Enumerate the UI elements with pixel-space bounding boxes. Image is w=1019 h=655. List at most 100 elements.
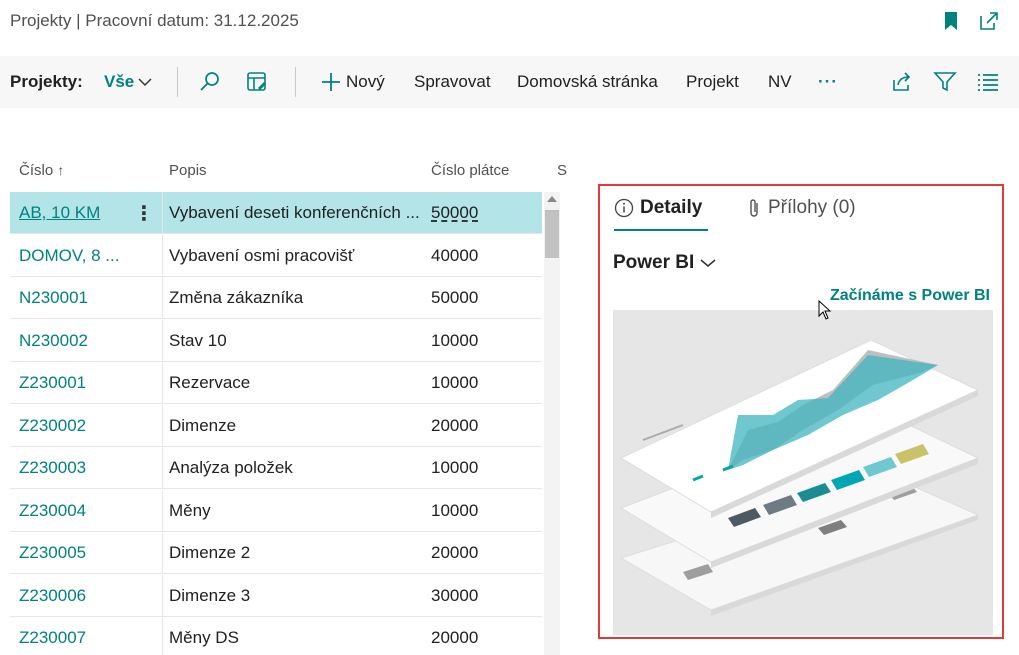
manage-menu[interactable]: Spravovat — [414, 56, 491, 108]
edit-list-icon[interactable] — [245, 70, 269, 94]
table-row[interactable]: Z230004 Měny 10000 — [10, 489, 542, 532]
project-description[interactable]: Vybavení deseti konferenčních ... — [169, 192, 424, 234]
project-description[interactable]: Změna zákazníka — [169, 277, 424, 319]
project-number-link[interactable]: N230002 — [19, 320, 139, 362]
project-number-link[interactable]: Z230006 — [19, 575, 139, 617]
chevron-down-icon — [700, 259, 716, 267]
project-description[interactable]: Vybavení osmi pracovišť — [169, 235, 424, 277]
tab-details-label: Detaily — [640, 197, 703, 218]
column-divider — [162, 532, 163, 574]
project-number-link[interactable]: Z230007 — [19, 617, 139, 655]
column-divider — [162, 192, 163, 234]
tab-attachments[interactable]: Přílohy (0) — [746, 192, 856, 224]
action-bar: Projekty: Vše Nový Spravovat Domovská st… — [0, 56, 1019, 108]
table-row[interactable]: Z230002 Dimenze 20000 — [10, 404, 542, 447]
project-description[interactable]: Stav 10 — [169, 320, 424, 362]
column-divider — [162, 362, 163, 404]
column-divider — [162, 617, 163, 655]
table-row[interactable]: N230002 Stav 10 10000 — [10, 319, 542, 362]
column-divider — [162, 319, 163, 362]
project-description[interactable]: Dimenze 2 — [169, 532, 424, 574]
powerbi-title: Power BI — [613, 252, 695, 273]
column-header-customer[interactable]: Číslo plátce — [431, 162, 509, 179]
scroll-up-icon[interactable] — [547, 196, 557, 202]
list-view-icon[interactable] — [976, 70, 1000, 94]
bookmark-icon[interactable] — [940, 10, 962, 32]
powerbi-getting-started-link[interactable]: Začínáme s Power BI — [830, 287, 990, 305]
customer-number: 20000 — [431, 543, 479, 562]
chevron-down-icon — [138, 78, 152, 87]
info-icon — [614, 198, 634, 218]
toolbar-divider — [295, 67, 296, 97]
table-row[interactable]: Z230003 Analýza položek 10000 — [10, 447, 542, 489]
project-description[interactable]: Dimenze — [169, 405, 424, 447]
tab-active-indicator — [614, 229, 708, 231]
powerbi-menu[interactable]: Power BI — [613, 252, 716, 274]
factbox: Detaily Přílohy (0) Power BI Začínáme s … — [598, 184, 1004, 639]
page-title: Projekty | Pracovní datum: 31.12.2025 — [10, 11, 299, 30]
table-row[interactable]: Z230001 Rezervace 10000 — [10, 362, 542, 404]
tab-attachments-label: Přílohy (0) — [768, 197, 856, 218]
table-row[interactable]: AB, 10 KM ⋮ Vybavení deseti konferenčních … — [10, 192, 542, 234]
customer-number: 10000 — [431, 330, 479, 350]
column-header-description[interactable]: Popis — [169, 162, 207, 179]
open-new-window-icon[interactable] — [978, 10, 1000, 32]
customer-number: 10000 — [431, 458, 479, 477]
mouse-cursor-icon — [818, 300, 832, 320]
table-row[interactable]: N230001 Změna zákazníka 50000 — [10, 277, 542, 319]
customer-number: 20000 — [431, 415, 479, 435]
view-selector[interactable]: Vše — [104, 56, 152, 108]
search-icon[interactable] — [198, 70, 222, 94]
column-divider — [162, 277, 163, 319]
home-menu[interactable]: Domovská stránka — [517, 56, 658, 108]
project-number-link[interactable]: DOMOV, 8 ... — [19, 235, 139, 277]
row-actions-button[interactable]: ⋮ — [134, 192, 154, 234]
project-menu[interactable]: Projekt — [686, 56, 739, 108]
project-number-link[interactable]: AB, 10 KM — [19, 192, 139, 234]
customer-number[interactable]: 50000 — [431, 192, 531, 234]
table-row[interactable]: Z230006 Dimenze 3 30000 — [10, 574, 542, 617]
new-button[interactable]: Nový — [320, 56, 385, 108]
view-label: Projekty: — [10, 72, 83, 91]
project-number-link[interactable]: Z230004 — [19, 490, 139, 532]
powerbi-illustration[interactable] — [613, 310, 993, 635]
column-divider — [162, 489, 163, 532]
nv-menu[interactable]: NV — [768, 56, 792, 108]
customer-number: 30000 — [431, 585, 479, 605]
scroll-thumb[interactable] — [545, 210, 559, 258]
customer-number: 10000 — [431, 500, 479, 520]
plus-icon — [322, 73, 340, 91]
column-header-number-label: Číslo — [19, 162, 54, 179]
project-number-link[interactable]: Z230003 — [19, 447, 139, 489]
vertical-scrollbar[interactable] — [544, 192, 560, 655]
share-icon[interactable] — [890, 70, 914, 94]
column-divider — [162, 234, 163, 277]
project-description[interactable]: Měny DS — [169, 617, 424, 655]
paperclip-icon — [750, 199, 758, 217]
table-row[interactable]: Z230005 Dimenze 2 20000 — [10, 532, 542, 574]
column-divider — [162, 404, 163, 447]
view-selector-value: Vše — [104, 72, 135, 91]
title-bar: Projekty | Pracovní datum: 31.12.2025 — [0, 0, 1019, 56]
toolbar-divider — [177, 67, 178, 97]
table-row[interactable]: Z230007 Měny DS 20000 — [10, 617, 542, 655]
filter-icon[interactable] — [933, 70, 957, 94]
column-header-number[interactable]: Číslo ↑ — [19, 162, 64, 179]
customer-number: 10000 — [431, 373, 479, 392]
table-row[interactable]: DOMOV, 8 ... Vybavení osmi pracovišť 40000 — [10, 234, 542, 277]
customer-number: 20000 — [431, 628, 479, 647]
tab-details[interactable]: Detaily — [614, 192, 702, 224]
customer-number: 50000 — [431, 288, 479, 307]
project-number-link[interactable]: Z230001 — [19, 362, 139, 404]
sort-ascending-icon: ↑ — [57, 162, 65, 178]
powerbi-illustration-graphic — [619, 339, 980, 616]
project-description[interactable]: Analýza položek — [169, 447, 424, 489]
project-description[interactable]: Dimenze 3 — [169, 575, 424, 617]
project-number-link[interactable]: Z230005 — [19, 532, 139, 574]
project-number-link[interactable]: N230001 — [19, 277, 139, 319]
project-description[interactable]: Měny — [169, 490, 424, 532]
project-number-link[interactable]: Z230002 — [19, 405, 139, 447]
project-description[interactable]: Rezervace — [169, 362, 424, 404]
new-button-label: Nový — [346, 72, 385, 91]
more-options-button[interactable]: ··· — [818, 56, 838, 108]
